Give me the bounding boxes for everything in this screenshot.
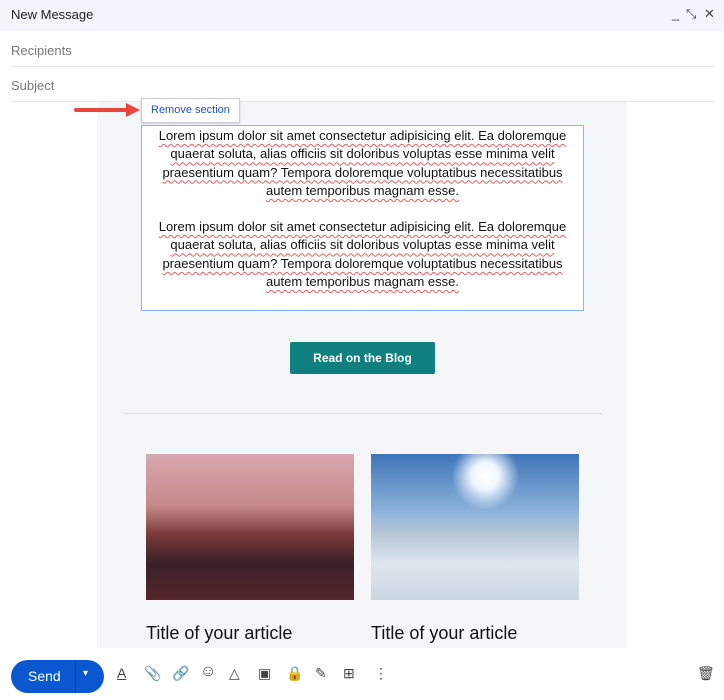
send-label: Send	[28, 668, 61, 684]
paragraph: Lorem ipsum dolor sit amet consectetur a…	[158, 128, 567, 198]
close-icon[interactable]: ✕	[704, 6, 715, 22]
send-options-chevron-icon[interactable]: ▾	[83, 668, 88, 679]
compose-toolbar: Send ▾ A 📎 🔗 ☺ △ ▣ 🔒 ✎ ⊞ ⋮ 🗑	[0, 650, 724, 700]
article-title: Title of your article	[371, 623, 518, 643]
article-image-desert	[146, 454, 354, 600]
send-button[interactable]: Send ▾	[11, 660, 104, 693]
recipients-input[interactable]: Recipients	[11, 32, 714, 67]
photo-icon[interactable]: ▣	[258, 665, 271, 682]
article-image-glacier	[371, 454, 579, 600]
format-text-icon[interactable]: A	[117, 665, 126, 681]
read-on-blog-button[interactable]: Read on the Blog	[290, 342, 435, 374]
article-title: Title of your article	[146, 623, 293, 643]
confidential-icon[interactable]: 🔒	[286, 665, 303, 682]
drive-icon[interactable]: △	[229, 665, 240, 682]
subject-input[interactable]: Subject	[11, 67, 714, 102]
divider	[123, 413, 601, 414]
layout-icon[interactable]: ⊞	[343, 665, 355, 682]
text-section[interactable]: Lorem ipsum dolor sit amet consectetur a…	[141, 125, 584, 311]
link-icon[interactable]: 🔗	[172, 665, 189, 682]
divider	[75, 660, 76, 693]
minimize-icon[interactable]: _	[672, 6, 679, 21]
attach-icon[interactable]: 📎	[144, 665, 161, 682]
paragraph: Lorem ipsum dolor sit amet consectetur a…	[158, 219, 567, 290]
expand-icon[interactable]: ⤡	[686, 6, 696, 22]
compose-header: New Message _ ⤡ ✕	[0, 0, 724, 31]
more-icon[interactable]: ⋮	[374, 665, 388, 682]
signature-icon[interactable]: ✎	[315, 665, 327, 682]
remove-section-button[interactable]: Remove section	[141, 98, 240, 123]
arrow-annotation	[74, 103, 140, 117]
compose-title: New Message	[11, 7, 94, 22]
trash-icon[interactable]: 🗑	[697, 665, 715, 682]
emoji-icon[interactable]: ☺	[200, 663, 216, 681]
